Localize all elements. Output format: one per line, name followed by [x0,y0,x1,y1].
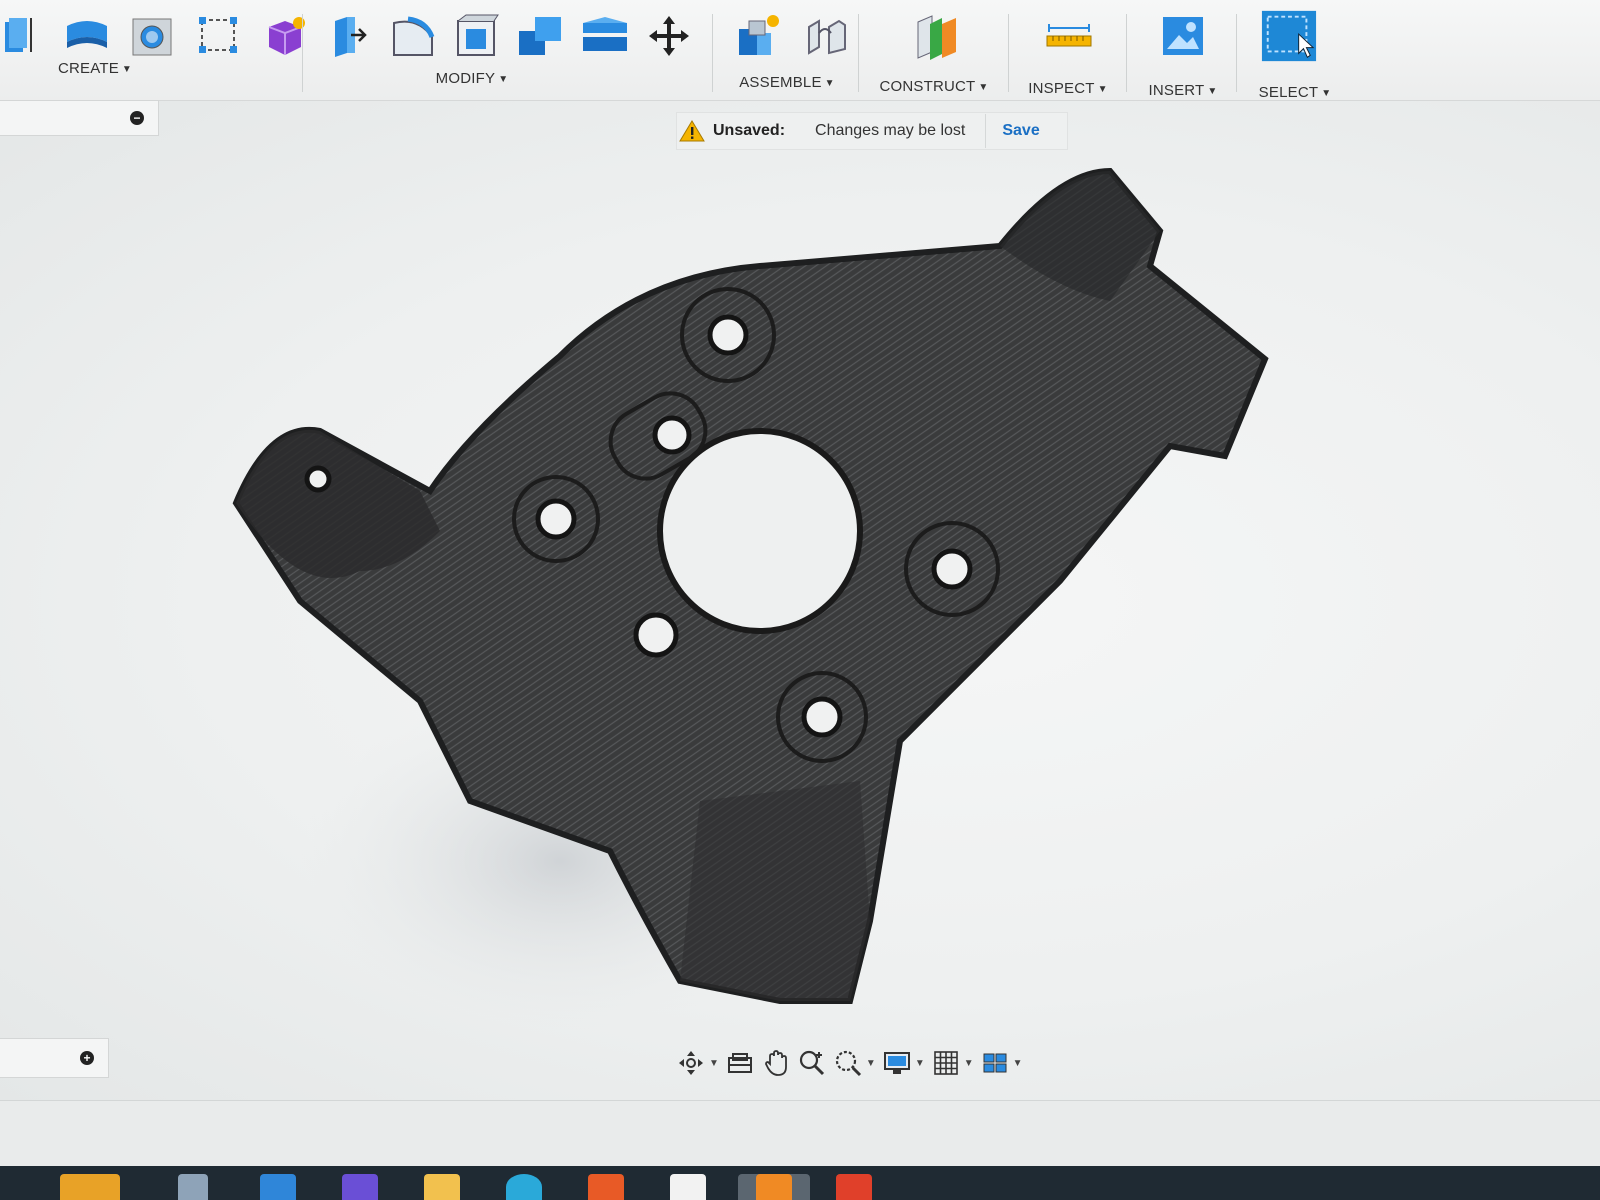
construct-group: CONSTRUCT ▼ [862,0,1006,100]
hole-icon[interactable] [124,10,182,62]
modify-group: MODIFY ▼ [312,0,708,100]
select-menu[interactable]: SELECT ▼ [1240,84,1350,101]
assemble-menu[interactable]: ASSEMBLE ▼ [720,74,854,91]
offset-plane-icon[interactable] [908,10,966,62]
fillet-icon[interactable] [384,10,442,62]
insert-group: INSERT ▼ [1130,0,1236,100]
move-icon[interactable] [640,10,698,62]
insert-image-icon[interactable] [1154,10,1212,62]
brave-icon[interactable] [588,1174,624,1200]
fit-icon[interactable]: ▼ [833,1048,876,1078]
form-icon[interactable] [256,10,314,62]
create-menu[interactable]: CREATE ▼ [10,60,180,77]
zoom-icon[interactable] [797,1048,827,1078]
pan-icon[interactable] [761,1048,791,1078]
copilot-icon[interactable] [342,1174,378,1200]
mail-icon[interactable] [260,1174,296,1200]
new-component-icon[interactable] [730,10,788,62]
knuckle-3d-model[interactable] [0,101,1600,1101]
assemble-group: ASSEMBLE ▼ [720,0,854,100]
grid-icon[interactable]: ▼ [931,1048,974,1078]
file-explorer-icon[interactable] [60,1174,120,1200]
collapse-button[interactable]: − [130,111,144,125]
warning-icon [679,120,705,142]
measure-icon[interactable] [1040,10,1098,62]
app-icon[interactable] [670,1174,706,1200]
timeline-area [0,1100,1600,1167]
look-at-icon[interactable] [725,1048,755,1078]
display-settings-icon[interactable]: ▼ [882,1048,925,1078]
os-taskbar [0,1166,1600,1200]
expand-button[interactable]: + [80,1051,94,1065]
comments-panel[interactable]: + [0,1038,109,1078]
task-view-icon[interactable] [178,1174,208,1200]
folder-icon[interactable] [424,1174,460,1200]
press-pull-icon[interactable] [320,10,378,62]
inspect-group: INSPECT ▼ [1012,0,1124,100]
inspect-menu[interactable]: INSPECT ▼ [1012,80,1124,97]
unsaved-message: Changes may be lost [815,122,966,139]
combine-icon[interactable] [512,10,570,62]
orbit-icon[interactable]: ▼ [676,1048,719,1078]
unsaved-status: Unsaved: [713,122,786,139]
create-group: CREATE ▼ [0,0,305,100]
split-body-icon[interactable] [576,10,634,62]
design-canvas[interactable] [0,101,1600,1101]
app-red-icon[interactable] [836,1174,872,1200]
modify-menu[interactable]: MODIFY ▼ [372,70,572,87]
construct-menu[interactable]: CONSTRUCT ▼ [862,78,1006,95]
extrude-icon[interactable] [0,10,50,62]
shell-icon[interactable] [448,10,506,62]
revolve-icon[interactable] [58,10,116,62]
design-toolbar: CREATE ▼ MODIFY ▼ ASSEMBLE ▼ CONSTRUCT ▼… [0,0,1600,101]
edge-icon[interactable] [506,1174,542,1200]
select-window-icon[interactable] [1260,10,1318,62]
joint-icon[interactable] [798,10,856,62]
browser-panel-top[interactable]: − [0,100,159,136]
notice-divider [985,114,987,148]
unsaved-notice: Unsaved: Changes may be lost Save [676,112,1068,150]
save-link[interactable]: Save [1002,122,1039,140]
navigation-bar: ▼ ▼ ▼ ▼ ▼ [676,1044,1066,1082]
fusion-icon[interactable] [756,1174,792,1200]
insert-menu[interactable]: INSERT ▼ [1130,82,1236,99]
select-group: SELECT ▼ [1240,0,1350,101]
sketch-dimension-icon[interactable] [190,10,248,62]
viewports-icon[interactable]: ▼ [980,1048,1023,1078]
